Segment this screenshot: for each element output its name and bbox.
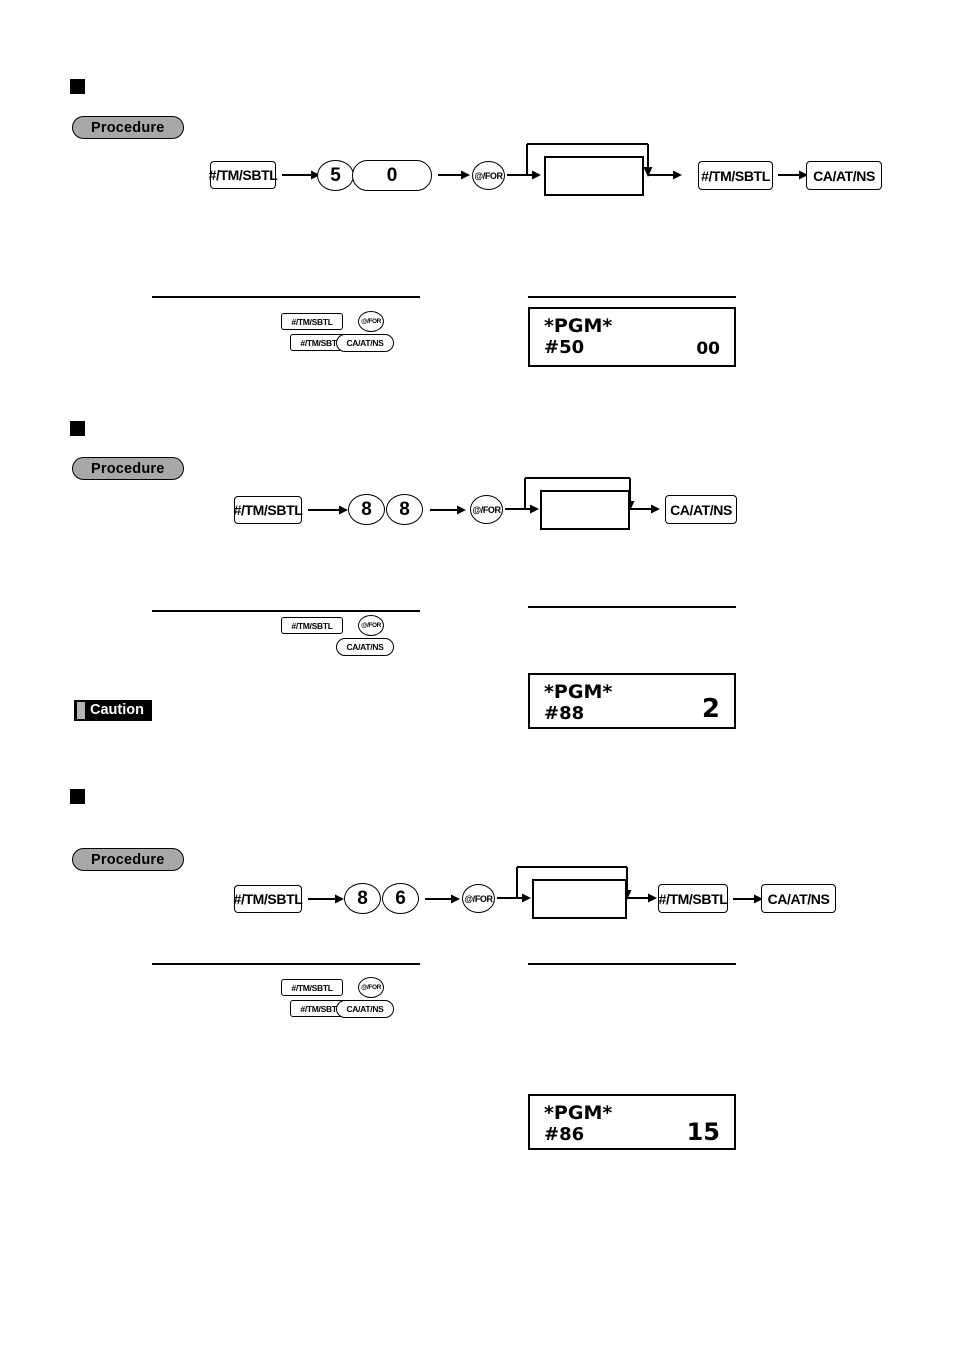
rule-left-2 (152, 610, 420, 612)
key-digit-5[interactable]: 5 (317, 160, 354, 191)
arrow-2a (308, 505, 348, 515)
display-3-value: 15 (686, 1118, 720, 1146)
procedure-badge-3: Procedure (72, 848, 184, 871)
key-cash-end-2[interactable]: CA/AT/NS (665, 495, 737, 524)
entry-loop-group-2 (505, 473, 665, 539)
display-2-code: #88 (544, 703, 585, 724)
rule-left-1 (152, 296, 420, 298)
section-bullet-2 (70, 421, 85, 436)
key-subtotal-end-3[interactable]: #/TM/SBTL (658, 884, 728, 913)
cluster1-key-cash[interactable]: CA/AT/NS (336, 334, 394, 352)
key-at-for-1[interactable]: @/FOR (472, 161, 505, 190)
key-subtotal-start-2[interactable]: #/TM/SBTL (234, 496, 303, 524)
display-3-title: *PGM* (544, 1102, 613, 1124)
rule-right-2 (528, 606, 736, 608)
cluster1-key-at-for[interactable]: @/FOR (358, 311, 384, 332)
cluster2-key-subtotal[interactable]: #/TM/SBTL (281, 617, 343, 634)
key-at-for-2[interactable]: @/FOR (470, 495, 503, 524)
cluster2-key-cash[interactable]: CA/AT/NS (336, 638, 394, 656)
section-bullet-3 (70, 789, 85, 804)
arrow-1b (438, 170, 470, 180)
cluster1-key-subtotal-a[interactable]: #/TM/SBTL (281, 313, 343, 330)
key-subtotal-start-1[interactable]: #/TM/SBTL (209, 161, 278, 189)
display-1-value: 00 (696, 339, 720, 359)
manual-page: Procedure #/TM/SBTL 5 0 @/FOR #/TM/SBTL … (0, 0, 954, 1349)
display-1-code: #50 (544, 337, 585, 358)
arrow-2b (430, 505, 466, 515)
display-panel-1: *PGM* #50 00 (528, 307, 736, 367)
key-digit-8-a[interactable]: 8 (348, 494, 385, 525)
arrow-3c (733, 894, 763, 904)
display-panel-3: *PGM* #86 15 (528, 1094, 736, 1150)
key-digit-0[interactable]: 0 (352, 160, 432, 191)
key-digit-8-c[interactable]: 8 (344, 883, 381, 914)
rule-right-3 (528, 963, 736, 965)
entry-value-box-2[interactable] (540, 490, 630, 530)
key-digit-6[interactable]: 6 (382, 883, 419, 914)
cluster3-key-cash[interactable]: CA/AT/NS (336, 1000, 394, 1018)
arrow-1a (282, 170, 320, 180)
arrow-3a (308, 894, 344, 904)
entry-loop-group-3 (497, 862, 662, 928)
display-2-title: *PGM* (544, 681, 613, 703)
caution-label: Caution (90, 702, 144, 718)
procedure-label-3: Procedure (72, 848, 184, 871)
display-1-title: *PGM* (544, 315, 613, 337)
entry-value-box-3[interactable] (532, 879, 627, 919)
key-digit-8-b[interactable]: 8 (386, 494, 423, 525)
display-3-code: #86 (544, 1124, 585, 1145)
key-at-for-3[interactable]: @/FOR (462, 884, 495, 913)
entry-value-box-1[interactable] (544, 156, 644, 196)
procedure-badge-2: Procedure (72, 457, 184, 480)
procedure-label-1: Procedure (72, 116, 184, 139)
procedure-label-2: Procedure (72, 457, 184, 480)
caution-badge: Caution (74, 700, 152, 721)
rule-left-3 (152, 963, 420, 965)
key-cash-end-3[interactable]: CA/AT/NS (761, 884, 836, 913)
key-subtotal-end-1[interactable]: #/TM/SBTL (698, 161, 773, 190)
cluster2-key-at-for[interactable]: @/FOR (358, 615, 384, 636)
rule-right-1 (528, 296, 736, 298)
display-panel-2: *PGM* #88 2 (528, 673, 736, 729)
cluster3-key-at-for[interactable]: @/FOR (358, 977, 384, 998)
caution-bar-icon (77, 702, 85, 719)
entry-loop-group-1 (507, 139, 697, 205)
display-2-value: 2 (701, 694, 720, 724)
arrow-3b (425, 894, 460, 904)
key-cash-end-1[interactable]: CA/AT/NS (806, 161, 882, 190)
cluster3-key-subtotal-a[interactable]: #/TM/SBTL (281, 979, 343, 996)
section-bullet-1 (70, 79, 85, 94)
key-subtotal-start-3[interactable]: #/TM/SBTL (234, 885, 303, 913)
procedure-badge-1: Procedure (72, 116, 184, 139)
caution-block: Caution (74, 700, 152, 724)
arrow-1c (778, 170, 808, 180)
